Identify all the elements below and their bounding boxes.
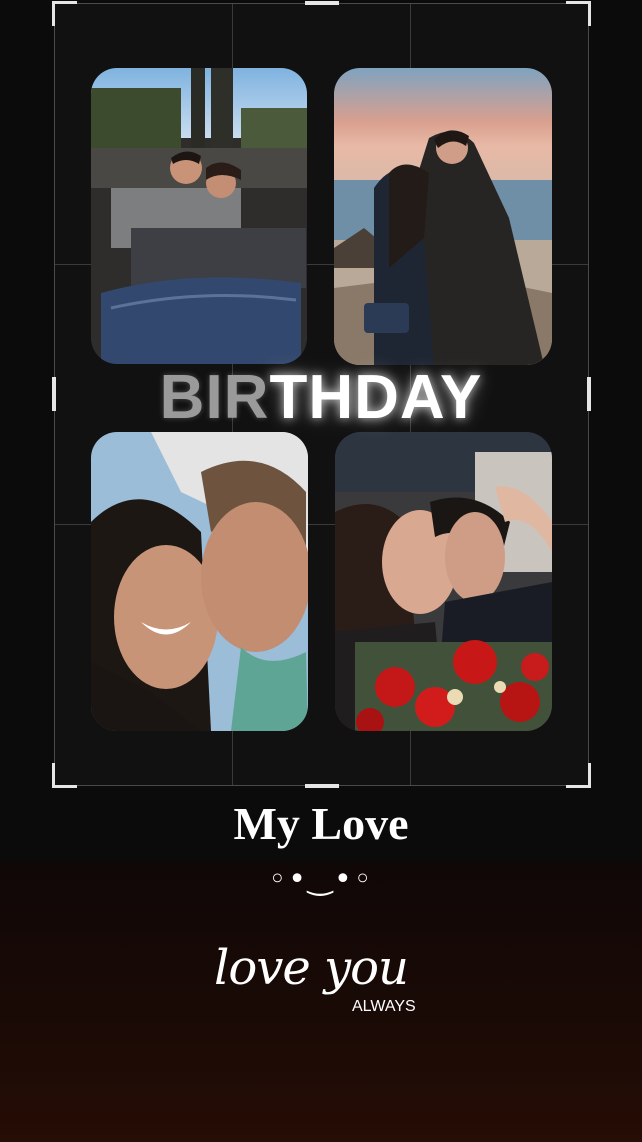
crop-handle-top[interactable] — [305, 1, 339, 5]
birthday-heading-dim: BIR — [159, 363, 270, 432]
photo-couple-kiss-roses[interactable] — [335, 432, 552, 731]
background-bottom — [0, 862, 642, 1142]
script-subtext: ALWAYS — [352, 998, 416, 1015]
birthday-heading-bright: THDAY — [269, 363, 483, 432]
crop-handle-bottom[interactable] — [305, 784, 339, 788]
kaomoji-face: ◦•‿•◦ — [268, 862, 374, 897]
photo-couple-selfie-smiling-image — [91, 432, 308, 731]
photo-couple-kiss-beach-sunset-image — [334, 68, 552, 365]
photo-couple-kiss-roses-image — [335, 432, 552, 731]
script-text: love you — [214, 940, 409, 996]
title-text: My Love — [233, 798, 409, 849]
photo-couple-kiss-beach-sunset[interactable] — [334, 68, 552, 365]
photo-couple-on-sofa-image — [91, 68, 307, 364]
crop-handle-bottom-right[interactable] — [566, 763, 591, 788]
photo-couple-selfie-smiling[interactable] — [91, 432, 308, 731]
crop-handle-bottom-left[interactable] — [52, 763, 77, 788]
crop-handle-top-left[interactable] — [52, 1, 77, 26]
crop-handle-top-right[interactable] — [566, 1, 591, 26]
birthday-heading: BIRTHDAY — [0, 362, 642, 433]
photo-couple-on-sofa[interactable] — [91, 68, 307, 364]
